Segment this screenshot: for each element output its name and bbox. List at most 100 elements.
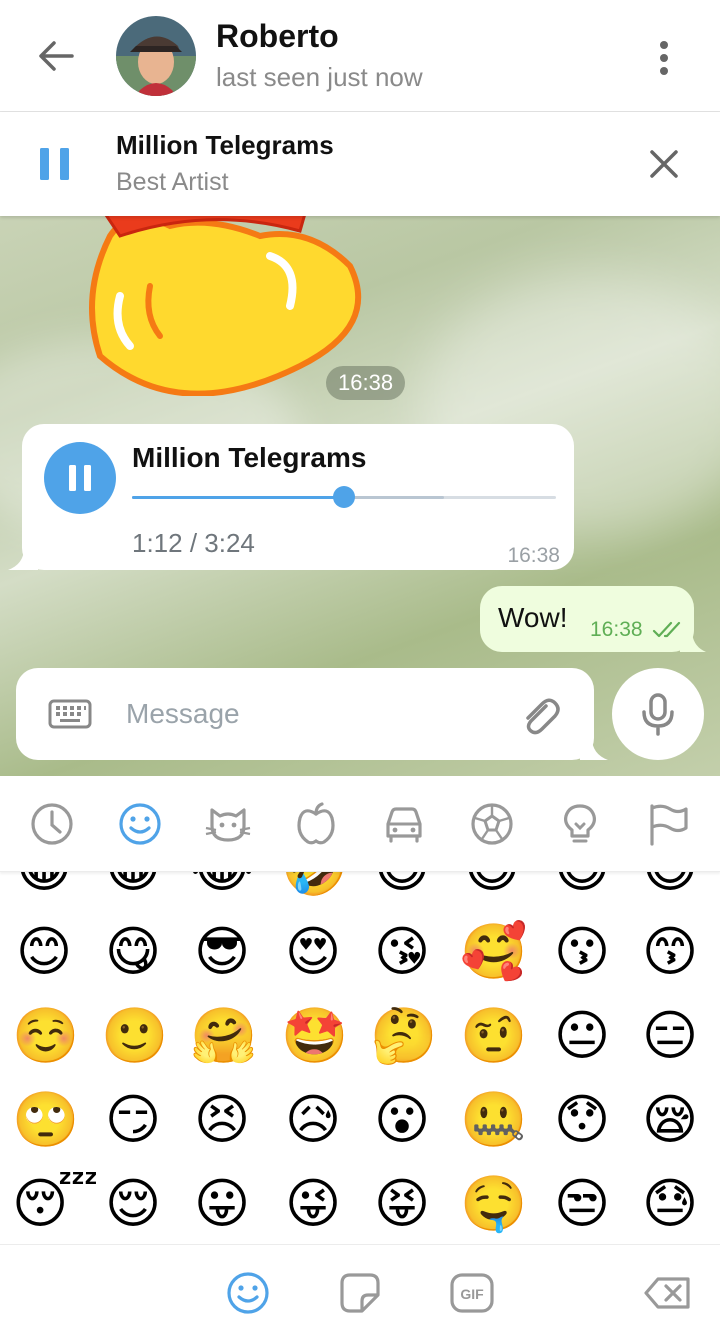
audio-duration: 1:12 / 3:24 — [132, 528, 255, 558]
emoji-item[interactable]: 🤣 — [281, 872, 348, 900]
outgoing-message[interactable]: Wow! 16:38 — [480, 586, 706, 652]
avatar[interactable] — [116, 16, 196, 96]
objects-icon[interactable] — [556, 800, 604, 848]
message-timestamp: 16:38 — [507, 544, 560, 567]
emoji-item[interactable]: 😑 — [638, 1004, 702, 1068]
emoji-row: 😴 😌 😛 😜 😝 🤤 😒 😓 — [0, 1172, 720, 1244]
sticker-timestamp: 16:38 — [326, 366, 406, 400]
keyboard-icon — [48, 699, 92, 729]
emoji-item[interactable]: 😌 — [101, 1172, 165, 1236]
emoji-item[interactable]: 🤤 — [460, 1172, 527, 1236]
emoji-item[interactable]: 🤗 — [190, 1004, 257, 1068]
recent-icon[interactable] — [28, 800, 76, 848]
emoji-item[interactable]: 😗 — [550, 920, 614, 984]
player-close-button[interactable] — [640, 140, 688, 188]
emoji-item[interactable]: 😥 — [281, 1088, 345, 1152]
more-options-button[interactable] — [640, 34, 688, 82]
emoji-item[interactable]: 😯 — [550, 1088, 614, 1152]
emoji-item[interactable]: 🤨 — [460, 1004, 527, 1068]
emoji-item[interactable]: 😏 — [101, 1088, 165, 1152]
sticker-tab[interactable] — [336, 1269, 384, 1317]
food-icon[interactable] — [292, 800, 340, 848]
emoji-item[interactable]: 😒 — [550, 1172, 614, 1236]
more-vert-icon — [660, 41, 668, 75]
emoji-item[interactable]: 😋 — [101, 920, 165, 984]
emoji-item[interactable]: 😓 — [638, 1172, 702, 1236]
emoji-item[interactable]: 😣 — [190, 1088, 254, 1152]
emoji-grid[interactable]: 😀 😁 😂 🤣 😃 😄 😅 😆 😊 😋 😎 😍 😘 🥰 😗 😙 ☺️ 🙂 🤗 🤩 🤔 🤨 😐 😑 🙄 😏 😣 😥 😮 🤐 😯 😪 😴😌 😛 😜 😝 🤤 😒… — [0, 872, 720, 1244]
emoji-item[interactable]: 😃 — [370, 872, 434, 900]
backspace-icon — [644, 1277, 690, 1309]
emoji-row: ☺️ 🙂 🤗 🤩 🤔 🤨 😐 😑 — [0, 1004, 720, 1092]
pause-icon — [69, 465, 91, 491]
emoji-item[interactable]: 😐 — [550, 1004, 614, 1068]
svg-text:GIF: GIF — [460, 1286, 484, 1302]
emoji-item[interactable]: 😙 — [638, 920, 702, 984]
gif-tab[interactable]: GIF — [448, 1269, 496, 1317]
emoji-item[interactable]: 😍 — [281, 920, 345, 984]
emoji-item[interactable]: 😄 — [460, 872, 524, 900]
last-seen-status: last seen just now — [216, 62, 423, 92]
chat-header: Roberto last seen just now — [0, 0, 720, 112]
emoji-item[interactable]: 😊 — [12, 920, 76, 984]
audio-pause-button[interactable] — [44, 442, 116, 514]
music-player-bar[interactable]: Million Telegrams Best Artist — [0, 112, 720, 216]
emoji-item[interactable]: 🙄 — [12, 1088, 79, 1152]
travel-icon[interactable] — [380, 800, 428, 848]
voice-record-button[interactable] — [612, 668, 704, 760]
emoji-row: 😊 😋 😎 😍 😘 🥰 😗 😙 — [0, 920, 720, 1008]
emoji-item[interactable]: 😘 — [370, 920, 434, 984]
player-track-title: Million Telegrams — [116, 130, 334, 160]
message-timestamp: 16:38 — [590, 618, 643, 641]
emoji-item[interactable]: ☺️ — [12, 1004, 79, 1068]
audio-message[interactable]: Million Telegrams 1:12 / 3:24 16:38 — [8, 424, 574, 570]
smileys-icon[interactable] — [116, 800, 164, 848]
emoji-item[interactable]: 🙂 — [101, 1004, 168, 1068]
emoji-item[interactable]: 😎 — [190, 920, 254, 984]
emoji-tab[interactable] — [224, 1269, 272, 1317]
flags-icon[interactable] — [644, 800, 692, 848]
emoji-item[interactable]: 🤔 — [370, 1004, 437, 1068]
audio-title: Million Telegrams — [132, 442, 367, 473]
sticker-icon — [340, 1273, 380, 1313]
back-button[interactable] — [28, 32, 84, 80]
emoji-row: 😀 😁 😂 🤣 😃 😄 😅 😆 — [0, 872, 720, 924]
message-text: Wow! — [498, 602, 568, 633]
emoji-panel: 😀 😁 😂 🤣 😃 😄 😅 😆 😊 😋 😎 😍 😘 🥰 😗 😙 ☺️ 🙂 🤗 🤩 🤔 🤨 😐 😑 🙄 😏 😣 😥 😮 🤐 😯 😪 😴😌 😛 😜 😝 🤤 😒… — [0, 776, 720, 1340]
emoji-item[interactable]: 😅 — [550, 872, 614, 900]
animals-icon[interactable] — [204, 800, 252, 848]
emoji-item[interactable]: 😛 — [190, 1172, 254, 1236]
double-check-icon — [652, 621, 681, 638]
close-icon — [650, 150, 678, 178]
audio-seek-handle[interactable] — [333, 486, 355, 508]
emoji-row: 🙄 😏 😣 😥 😮 🤐 😯 😪 — [0, 1088, 720, 1176]
emoji-item[interactable]: 😝 — [370, 1172, 434, 1236]
emoji-item[interactable]: 😜 — [281, 1172, 345, 1236]
pause-icon — [40, 148, 69, 180]
backspace-button[interactable] — [644, 1269, 692, 1317]
message-input[interactable] — [126, 692, 506, 736]
emoji-item[interactable]: 😴 — [12, 1172, 99, 1236]
chat-title: Roberto — [216, 18, 339, 54]
player-pause-button[interactable] — [32, 144, 80, 184]
emoji-item[interactable]: 🤐 — [460, 1088, 527, 1152]
attach-button[interactable] — [516, 692, 564, 740]
emoji-category-bar — [0, 776, 720, 872]
emoji-bottom-bar: GIF — [0, 1244, 720, 1340]
emoji-item[interactable]: 🤩 — [281, 1004, 348, 1068]
paperclip-icon — [526, 698, 560, 735]
player-artist: Best Artist — [116, 168, 229, 196]
emoji-item[interactable]: 😆 — [638, 872, 702, 900]
emoji-item[interactable]: 😀 — [12, 872, 76, 900]
keyboard-toggle-button[interactable] — [46, 694, 94, 734]
emoji-item[interactable]: 😁 — [101, 872, 165, 900]
gif-icon: GIF — [450, 1273, 494, 1313]
emoji-item[interactable]: 😂 — [190, 872, 254, 900]
emoji-item[interactable]: 😪 — [638, 1088, 702, 1152]
emoji-item[interactable]: 🥰 — [460, 920, 527, 984]
activity-icon[interactable] — [468, 800, 516, 848]
chat-history[interactable]: 16:38 Million Telegrams 1:12 / 3:24 16:3… — [0, 216, 720, 776]
emoji-icon — [227, 1272, 269, 1314]
emoji-item[interactable]: 😮 — [370, 1088, 434, 1152]
audio-seek-bar[interactable] — [132, 486, 556, 508]
